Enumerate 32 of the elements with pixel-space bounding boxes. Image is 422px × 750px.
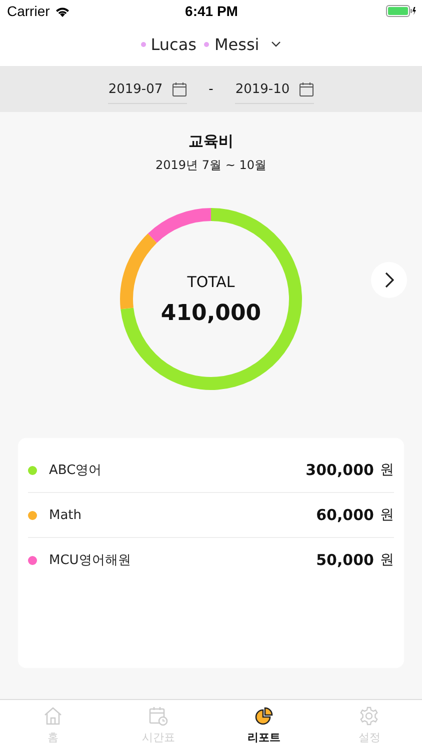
- chevron-down-icon[interactable]: [271, 41, 282, 47]
- currency-unit: 원: [380, 506, 394, 524]
- battery-icon: [386, 5, 416, 17]
- report-period: 2019년 7월 ~ 10월: [156, 157, 266, 174]
- item-amount: 50,000: [316, 551, 374, 569]
- calendar-clock-icon: [148, 706, 168, 726]
- member-name[interactable]: Messi: [214, 34, 260, 54]
- calendar-icon: [172, 82, 187, 97]
- calendar-icon: [298, 82, 314, 97]
- item-name: Math: [49, 508, 83, 522]
- currency-unit: 원: [380, 551, 394, 569]
- item-amount: 60,000: [316, 506, 374, 524]
- next-button[interactable]: [371, 262, 407, 298]
- item-name: ABC영어: [49, 462, 103, 479]
- wifi-icon: [54, 6, 70, 16]
- report-title: 교육비: [188, 132, 234, 151]
- currency-unit: 원: [380, 461, 394, 479]
- start-date-field[interactable]: 2019-07: [108, 74, 187, 104]
- range-separator: -: [208, 82, 214, 96]
- item-name: MCU영어해원: [49, 552, 132, 569]
- carrier-label: Carrier: [7, 3, 50, 19]
- chevron-right-icon: [384, 272, 394, 288]
- tab[interactable]: 리포트: [211, 700, 316, 750]
- status-time: 6:41 PM: [185, 3, 238, 19]
- pie-chart-icon: [254, 706, 274, 726]
- home-icon: [42, 706, 63, 726]
- member-name[interactable]: Lucas: [150, 34, 196, 54]
- total-value: 410,000: [160, 300, 262, 326]
- end-date-field[interactable]: 2019-10: [235, 74, 314, 104]
- total-label: TOTAL: [187, 272, 235, 290]
- settings-icon: [359, 706, 380, 726]
- item-amount: 300,000: [306, 461, 374, 479]
